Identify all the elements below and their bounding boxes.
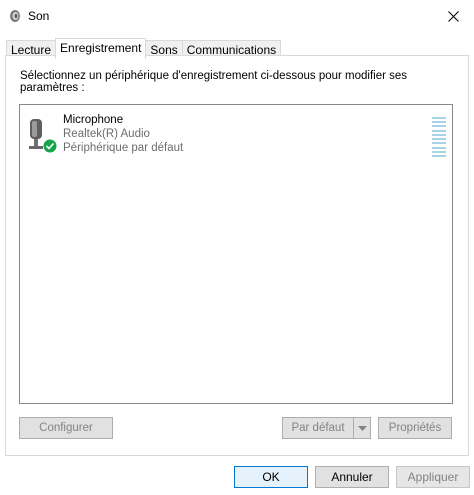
list-item[interactable]: Microphone Realtek(R) Audio Périphérique… [26, 113, 446, 157]
level-bar [432, 146, 446, 149]
device-list[interactable]: Microphone Realtek(R) Audio Périphérique… [19, 104, 453, 404]
recording-tab-panel: Sélectionnez un périphérique d'enregistr… [5, 55, 469, 456]
device-status: Périphérique par défaut [63, 142, 184, 154]
level-bar [432, 142, 446, 145]
level-meter [432, 117, 446, 157]
level-bar [432, 154, 446, 157]
properties-button[interactable]: Propriétés [378, 417, 452, 439]
close-icon [447, 10, 459, 22]
apply-button[interactable]: Appliquer [396, 466, 470, 488]
level-bar [432, 133, 446, 136]
device-info: Microphone Realtek(R) Audio Périphérique… [63, 113, 183, 155]
device-name: Microphone [63, 114, 124, 126]
title-bar: Son [0, 0, 474, 32]
instruction-text: Sélectionnez un périphérique d'enregistr… [20, 70, 408, 94]
set-default-dropdown-button[interactable] [353, 417, 371, 439]
chevron-down-icon [357, 425, 367, 431]
level-bar [432, 150, 446, 153]
ok-button[interactable]: OK [234, 466, 308, 488]
tab-enregistrement[interactable]: Enregistrement [55, 38, 147, 59]
level-bar [432, 121, 446, 124]
cancel-button[interactable]: Annuler [315, 466, 389, 488]
window-title: Son [28, 9, 50, 23]
speaker-icon [10, 10, 20, 22]
default-check-icon [43, 139, 57, 153]
configure-button[interactable]: Configurer [19, 417, 113, 439]
device-driver: Realtek(R) Audio [63, 128, 150, 140]
set-default-button[interactable]: Par défaut [282, 417, 354, 439]
level-bar [432, 138, 446, 141]
level-bar [432, 125, 446, 128]
level-bar [432, 129, 446, 132]
close-button[interactable] [438, 4, 468, 28]
level-bar [432, 117, 446, 119]
tab-strip: Lecture Enregistrement Sons Communicatio… [6, 38, 282, 59]
